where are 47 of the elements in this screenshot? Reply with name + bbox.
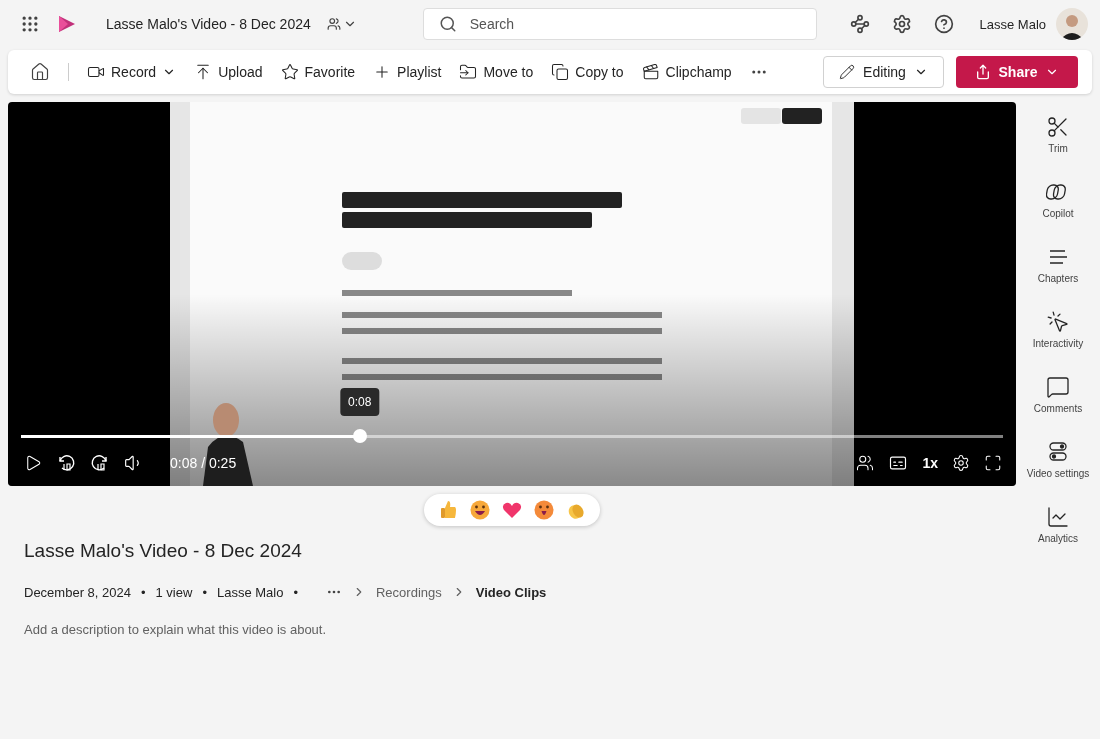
toolbar-button[interactable]: Playlist xyxy=(367,59,448,85)
meta-text: 1 view xyxy=(155,584,193,600)
editing-button[interactable]: Editing xyxy=(823,56,944,88)
comment-icon xyxy=(1046,375,1070,399)
video-title: Lasse Malo's Video - 8 Dec 2024 xyxy=(106,16,311,32)
side-rail-button[interactable]: Analytics xyxy=(1018,492,1098,557)
side-rail-button[interactable]: Trim xyxy=(1018,102,1098,167)
pencil-icon xyxy=(839,64,856,80)
toolbar-button[interactable]: Record xyxy=(81,59,183,85)
avatar[interactable] xyxy=(1056,8,1088,40)
clapperboard-icon xyxy=(641,63,660,81)
side-rail-button[interactable]: Copilot xyxy=(1018,167,1098,232)
pointer-icon xyxy=(1046,310,1070,334)
speed-button[interactable]: 1x xyxy=(920,453,940,473)
side-rail-button[interactable]: Interactivity xyxy=(1018,297,1098,362)
laughing-face-icon[interactable] xyxy=(468,498,492,522)
side-rail-button[interactable]: Chapters xyxy=(1018,232,1098,297)
bullet-separator: • xyxy=(293,584,298,600)
share-button[interactable]: Share xyxy=(956,56,1078,88)
star-icon xyxy=(280,63,299,81)
side-rail-button[interactable]: Comments xyxy=(1018,362,1098,427)
playback-time: 0:08 / 0:25 xyxy=(170,455,237,471)
breadcrumb-link[interactable]: Video Clips xyxy=(475,584,547,600)
share-icon xyxy=(974,64,991,80)
bullet-separator: • xyxy=(140,584,146,600)
meta-text: Lasse Malo xyxy=(216,584,284,600)
toolbar-button[interactable]: Move to xyxy=(453,59,540,85)
toolbar-button[interactable]: Copy to xyxy=(545,59,630,85)
user-name: Lasse Malo xyxy=(979,16,1046,32)
time-tooltip: 0:08 xyxy=(340,388,380,416)
copy-icon xyxy=(551,63,570,81)
side-rail-button[interactable]: Video settings xyxy=(1018,427,1098,492)
search-field[interactable]: Search xyxy=(422,8,817,40)
bullet-separator: • xyxy=(202,584,207,600)
breadcrumb-link[interactable]: Recordings xyxy=(376,584,442,600)
toggle-icon xyxy=(1046,440,1070,464)
surprised-face-icon[interactable] xyxy=(532,498,556,522)
toolbar-button[interactable]: Upload xyxy=(188,59,269,85)
search-icon xyxy=(438,15,457,33)
description-placeholder[interactable]: Add a description to explain what this video is about. xyxy=(24,622,1000,637)
toolbar-button[interactable]: Favorite xyxy=(274,59,362,85)
seek-bar[interactable] xyxy=(21,434,1003,438)
line-chart-icon xyxy=(1046,505,1070,529)
video-heading: Lasse Malo's Video - 8 Dec 2024 xyxy=(24,540,303,562)
toolbar-button[interactable]: Clipchamp xyxy=(635,59,738,85)
folder-icon xyxy=(459,63,478,81)
meta-text: December 8, 2024 xyxy=(24,584,131,600)
